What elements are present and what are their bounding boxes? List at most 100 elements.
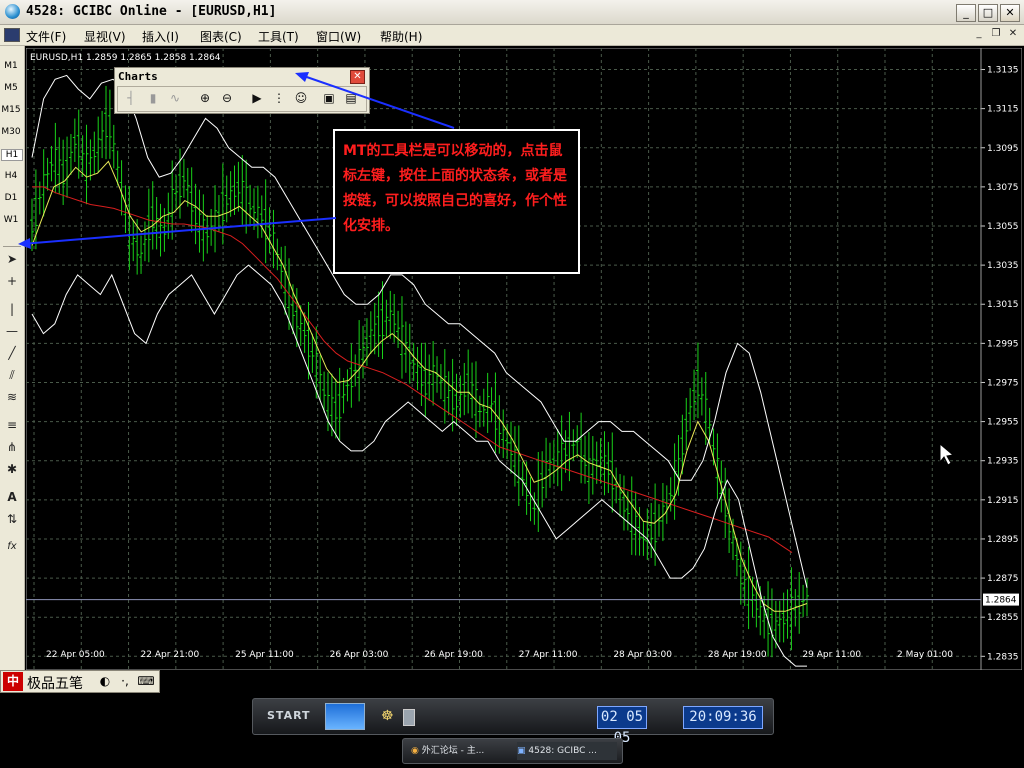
y-tick-label: 1.3115 [987, 105, 1019, 115]
y-tick-label: 1.2835 [987, 652, 1019, 662]
tray-app-icon[interactable]: ☸ [381, 708, 394, 724]
charts-toolbar-title[interactable]: Charts [118, 70, 158, 83]
y-tick-label: 1.3015 [987, 300, 1019, 310]
ime-punctuation-icon[interactable]: ·, [117, 673, 133, 689]
y-tick-label: 1.2955 [987, 418, 1019, 428]
close-button[interactable]: ✕ [1000, 4, 1020, 22]
vertical-line-icon[interactable]: | [3, 300, 21, 318]
templates-icon[interactable]: ▤ [341, 88, 361, 108]
timeframe-m1[interactable]: M1 [0, 61, 22, 71]
browser-icon: ◉ [411, 746, 422, 756]
task-metatrader[interactable]: ▣ 4528: GCIBC ... [517, 742, 617, 760]
x-tick-label: 22 Apr 05:00 [46, 650, 105, 660]
y-tick-label: 1.2875 [987, 574, 1019, 584]
ime-status-bar[interactable]: 中 极品五笔 ◐ ·, ⌨ [0, 670, 160, 693]
minimize-button[interactable]: _ [956, 4, 976, 22]
mdi-close-icon[interactable]: ✕ [1006, 27, 1020, 41]
periods-icon[interactable]: ▣ [319, 88, 339, 108]
charts-toolbar-close[interactable]: ✕ [350, 70, 365, 84]
date-display: 02 05 05 [597, 706, 647, 746]
zoom-out-icon[interactable]: ⊖ [217, 88, 237, 108]
task-forum-label: 外汇论坛 - 主... [421, 746, 485, 756]
menu-tools[interactable]: 工具(T) [258, 28, 299, 45]
menu-help[interactable]: 帮助(H) [380, 28, 422, 45]
annotation-highlight: MT [343, 143, 367, 159]
ime-chinese-icon[interactable]: 中 [3, 672, 23, 691]
start-button[interactable]: START [267, 709, 311, 722]
y-tick-label: 1.3055 [987, 222, 1019, 232]
desktop-thumbnail[interactable] [325, 703, 365, 730]
window-title: 4528: GCIBC Online - [EURUSD,H1] [26, 4, 277, 19]
ime-halfwidth-icon[interactable]: ◐ [97, 673, 113, 689]
title-bar[interactable]: 4528: GCIBC Online - [EURUSD,H1] _ □ ✕ [0, 0, 1024, 25]
y-tick-label: 1.2915 [987, 496, 1019, 506]
x-tick-label: 28 Apr 03:00 [613, 650, 672, 660]
y-tick-label: 1.2995 [987, 339, 1019, 349]
document-icon [4, 28, 20, 42]
ime-keyboard-icon[interactable]: ⌨ [137, 673, 155, 689]
menu-charts[interactable]: 图表(C) [200, 28, 242, 45]
timeframe-d1[interactable]: D1 [0, 193, 22, 203]
y-tick-label: 1.3095 [987, 144, 1019, 154]
crosshair-icon[interactable]: + [3, 272, 21, 290]
y-tick-label: 1.2935 [987, 457, 1019, 467]
y-tick-label: 1.3035 [987, 261, 1019, 271]
trendline-icon[interactable]: ╱ [3, 344, 21, 362]
fan-icon[interactable]: ✱ [3, 460, 21, 478]
x-tick-label: 29 Apr 11:00 [802, 650, 861, 660]
line-chart-icon[interactable]: ∿ [165, 88, 185, 108]
chart-info: EURUSD,H1 1.2859 1.2865 1.2858 1.2864 [30, 53, 221, 63]
gann-fan-icon[interactable]: ≋ [3, 388, 21, 406]
pitchfork-icon[interactable]: ⋔ [3, 438, 21, 456]
timeframe-m5[interactable]: M5 [0, 83, 22, 93]
ime-name[interactable]: 极品五笔 [27, 673, 83, 693]
candlestick-icon[interactable]: ▮ [143, 88, 163, 108]
annotation-box: MT的工具栏是可以移动的，点击鼠标左键，按住上面的状态条，或者是按链，可以按照自… [333, 129, 580, 274]
bottom-taskbar: START ☸ 02 05 05 20:09:36 [252, 698, 774, 746]
x-tick-label: 2 May 01:00 [897, 650, 953, 660]
y-tick-label: 1.2975 [987, 378, 1019, 388]
text-tool-icon[interactable]: A [3, 488, 21, 506]
menu-file[interactable]: 文件(F) [26, 28, 66, 45]
annotation-text: MT的工具栏是可以移动的，点击鼠标左键，按住上面的状态条，或者是按链，可以按照自… [343, 139, 573, 239]
task-forum[interactable]: ◉ 外汇论坛 - 主... [411, 742, 511, 760]
expert-advisor-icon[interactable]: ☺ [291, 88, 311, 108]
last-price-label: 1.2864 [985, 596, 1017, 606]
cursor-arrow-icon[interactable]: ➤ [3, 250, 21, 268]
app-icon [5, 4, 20, 19]
annotation-body: 的工具栏是可以移动的，点击鼠标左键，按住上面的状态条，或者是按链，可以按照自己的… [343, 143, 567, 234]
chart-shift-icon[interactable]: ⋮ [269, 88, 289, 108]
timeframe-h1[interactable]: H1 [1, 149, 23, 161]
charts-toolbar-panel[interactable]: Charts ✕ ┤ ▮ ∿ ⊕ ⊖ ▶ ⋮ ☺ ▣ ▤ [114, 67, 370, 114]
timeframe-m15[interactable]: M15 [0, 105, 22, 115]
y-tick-label: 1.2855 [987, 613, 1019, 623]
maximize-button[interactable]: □ [978, 4, 998, 22]
x-tick-label: 26 Apr 19:00 [424, 650, 483, 660]
x-tick-label: 26 Apr 03:00 [330, 650, 389, 660]
x-tick-label: 25 Apr 11:00 [235, 650, 294, 660]
horizontal-line-icon[interactable]: — [3, 322, 21, 340]
zoom-in-icon[interactable]: ⊕ [195, 88, 215, 108]
left-toolbar: M1 M5 M15 M30 H1 H4 D1 W1 ➤ + | — ╱ ⫽ ≋ … [0, 46, 25, 670]
mdi-restore-icon[interactable]: ❐ [989, 27, 1003, 41]
timeframe-m30[interactable]: M30 [0, 127, 22, 137]
timeframe-h4[interactable]: H4 [0, 171, 22, 181]
x-tick-label: 28 Apr 19:00 [708, 650, 767, 660]
menu-insert[interactable]: 插入(I) [142, 28, 179, 45]
auto-scroll-icon[interactable]: ▶ [247, 88, 267, 108]
tray-doc-icon[interactable] [403, 709, 415, 726]
channel-icon[interactable]: ⫽ [3, 366, 21, 384]
fibonacci-icon[interactable]: ≡ [3, 416, 21, 434]
menu-bar: 文件(F) 显视(V) 插入(I) 图表(C) 工具(T) 窗口(W) 帮助(H… [0, 25, 1024, 46]
timeframe-w1[interactable]: W1 [0, 215, 22, 225]
y-tick-label: 1.3135 [987, 66, 1019, 76]
arrows-icon[interactable]: ⇅ [3, 510, 21, 528]
bar-chart-icon[interactable]: ┤ [121, 88, 141, 108]
function-icon[interactable]: fx [3, 538, 21, 556]
y-tick-label: 1.3075 [987, 183, 1019, 193]
mdi-minimize-icon[interactable]: _ [972, 27, 986, 41]
time-display: 20:09:36 [683, 706, 763, 729]
task-list: ◉ 外汇论坛 - 主... ▣ 4528: GCIBC ... [402, 738, 623, 764]
menu-window[interactable]: 窗口(W) [316, 28, 361, 45]
menu-view[interactable]: 显视(V) [84, 28, 126, 45]
